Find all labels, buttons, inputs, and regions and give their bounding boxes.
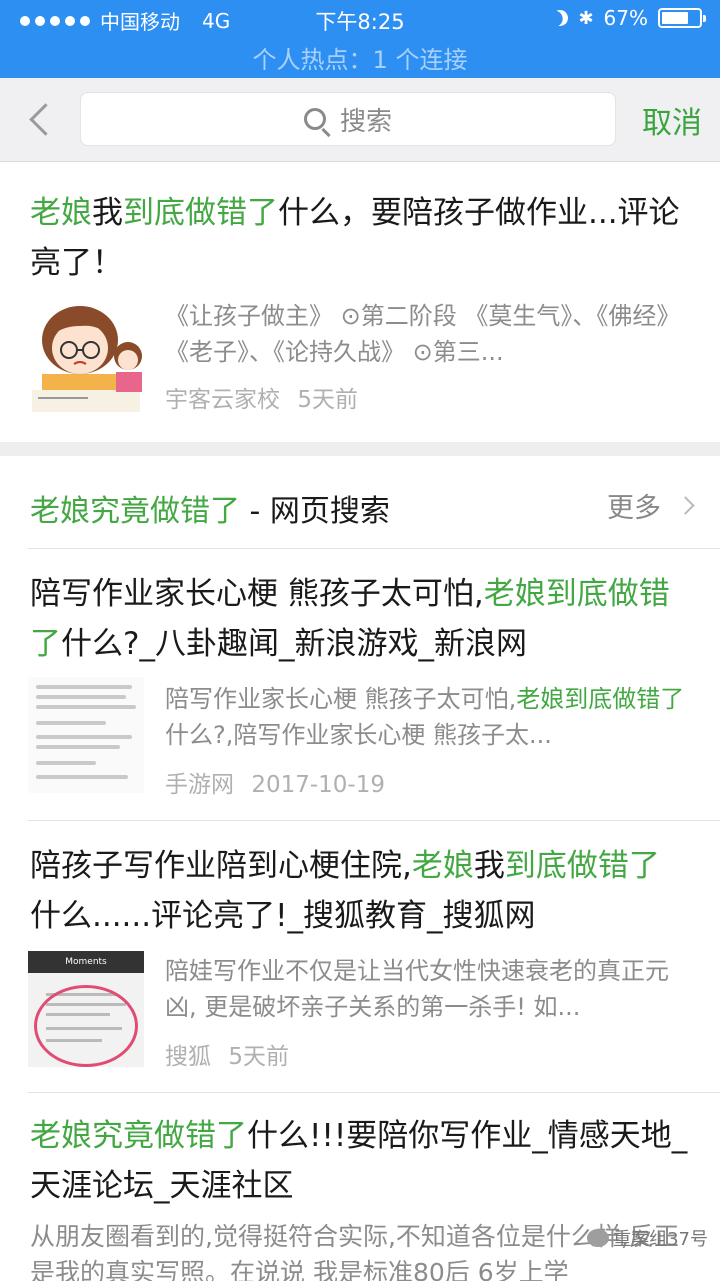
highlighted-keyword: 老娘 [411, 848, 474, 884]
result-source: 手游网 2017-10-19 [165, 765, 385, 799]
more-button[interactable]: 更多 [607, 486, 695, 525]
result-card-4[interactable]: 老娘究竟做错了什么!!!要陪你写作业_情感天地_天涯论坛_天涯社区 从朋友圈看到… [0, 1093, 720, 1281]
bluetooth-icon: ✱ [578, 7, 594, 29]
text-segment: 我 [92, 195, 123, 231]
article-screenshot-thumbnail [28, 677, 144, 793]
hotspot-banner[interactable]: 个人热点：1 个连接 [0, 40, 720, 75]
section-title-keyword: 老娘究竟做错了 [30, 494, 240, 529]
search-input[interactable]: 搜索 [80, 92, 616, 146]
text-segment: 我 [473, 848, 505, 884]
more-label: 更多 [607, 493, 661, 524]
cancel-button[interactable]: 取消 [642, 98, 702, 142]
watermark: 重案组37号 [587, 1225, 708, 1251]
source-name: 手游网 [165, 772, 234, 798]
highlighted-keyword: 到底做错了 [504, 848, 660, 884]
result-card-1[interactable]: 老娘我到底做错了什么，要陪孩子做作业...评论亮了！ 《让孩子做主》 ⊙第二阶段… [0, 162, 720, 442]
result-title[interactable]: 老娘我到底做错了什么，要陪孩子做作业...评论亮了！ [30, 188, 690, 288]
status-bar: 中国移动 4G 下午8:25 ✱ 67% 个人热点：1 个连接 [0, 0, 720, 78]
text-segment: 什么......评论亮了!_搜狐教育_搜狐网 [30, 898, 536, 934]
source-time: 5天前 [297, 387, 358, 413]
thumbnail-header: Moments [28, 951, 144, 973]
section-title: 老娘究竟做错了 - 网页搜索 [30, 486, 390, 530]
result-card-2[interactable]: 陪写作业家长心梗 熊孩子太可怕,老娘到底做错了什么?_八卦趣闻_新浪游戏_新浪网… [0, 549, 720, 819]
moments-screenshot-thumbnail: Moments [28, 951, 144, 1067]
result-snippet: 陪写作业家长心梗 熊孩子太可怕,老娘到底做错了什么?,陪写作业家长心梗 熊孩子太… [165, 681, 685, 753]
battery-percent: 67% [603, 6, 648, 30]
result-source: 搜狐 5天前 [165, 1037, 289, 1071]
web-search-section-header: 老娘究竟做错了 - 网页搜索 更多 [0, 456, 720, 556]
do-not-disturb-icon [550, 7, 572, 29]
highlighted-keyword: 老娘到底做错了 [516, 685, 685, 713]
highlighted-keyword: 老娘 [30, 195, 92, 231]
back-button[interactable] [22, 98, 62, 142]
section-title-suffix: - 网页搜索 [240, 494, 390, 529]
source-time: 5天前 [228, 1044, 289, 1070]
search-icon [303, 108, 326, 130]
section-gap [0, 442, 720, 456]
text-segment: 陪孩子写作业陪到心梗住院, [30, 848, 412, 884]
result-card-3[interactable]: 陪孩子写作业陪到心梗住院,老娘我到底做错了什么......评论亮了!_搜狐教育_… [0, 821, 720, 1091]
source-name: 宇客云家校 [165, 387, 280, 413]
text-segment: 陪写作业家长心梗 熊孩子太可怕, [165, 685, 517, 713]
text-segment: 陪写作业家长心梗 熊孩子太可怕, [30, 576, 484, 612]
highlighted-keyword: 到底做错了 [123, 195, 278, 231]
result-title[interactable]: 老娘究竟做错了什么!!!要陪你写作业_情感天地_天涯论坛_天涯社区 [30, 1111, 690, 1211]
result-snippet: 《让孩子做主》 ⊙第二阶段 《莫生气》、《佛经》《老子》、《论持久战》 ⊙第三.… [165, 302, 681, 366]
cartoon-thumbnail [28, 296, 144, 412]
source-name: 搜狐 [165, 1044, 211, 1070]
watermark-text: 重案组37号 [613, 1229, 708, 1250]
result-source: 宇客云家校 5天前 [165, 380, 358, 414]
highlighted-keyword: 老娘究竟做错了 [30, 1118, 247, 1154]
chevron-right-icon [676, 496, 695, 515]
result-title[interactable]: 陪孩子写作业陪到心梗住院,老娘我到底做错了什么......评论亮了!_搜狐教育_… [30, 841, 690, 941]
battery-icon [658, 8, 706, 28]
search-header: 搜索 取消 [0, 78, 720, 162]
search-placeholder: 搜索 [339, 106, 392, 137]
text-segment: 什么?_八卦趣闻_新浪游戏_新浪网 [61, 626, 527, 662]
wechat-icon [587, 1229, 610, 1247]
source-time: 2017-10-19 [251, 772, 385, 798]
result-title[interactable]: 陪写作业家长心梗 熊孩子太可怕,老娘到底做错了什么?_八卦趣闻_新浪游戏_新浪网 [30, 569, 690, 669]
result-snippet: 陪娃写作业不仅是让当代女性快速衰老的真正元凶, 更是破坏亲子关系的第一杀手! 如… [165, 957, 669, 1021]
text-segment: 什么?,陪写作业家长心梗 熊孩子太... [165, 721, 552, 749]
